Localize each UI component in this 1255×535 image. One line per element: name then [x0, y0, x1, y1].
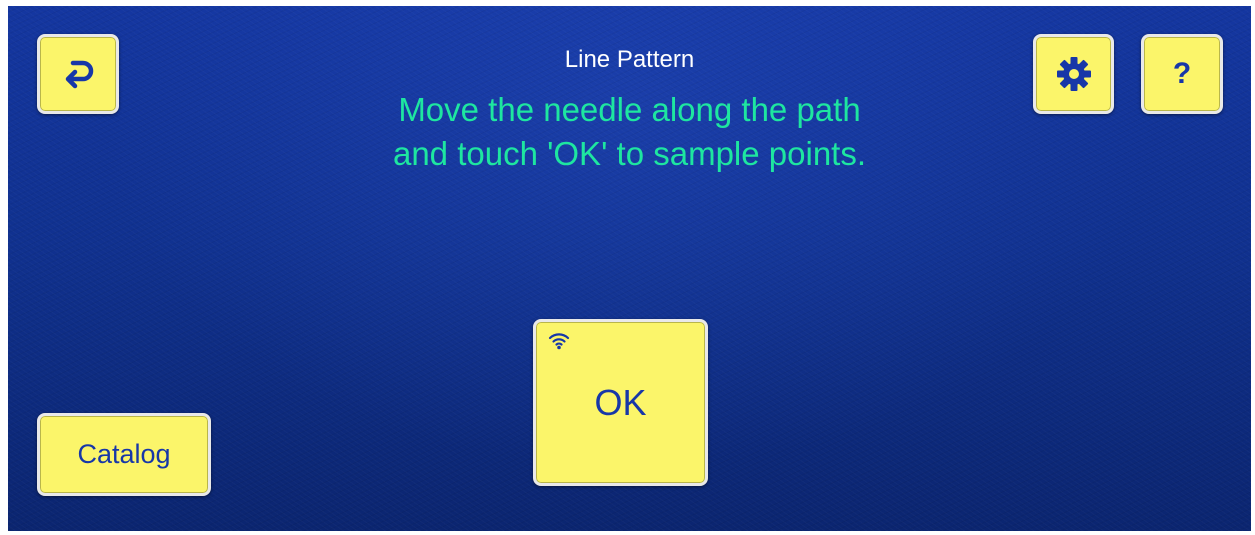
settings-button[interactable]: [1033, 34, 1114, 114]
instruction-line-2: and touch 'OK' to sample points.: [392, 135, 867, 172]
screen: Line Pattern Move the needle along the p…: [8, 6, 1251, 531]
ok-button[interactable]: OK: [533, 319, 708, 486]
ok-label: OK: [594, 381, 647, 423]
wifi-icon: [548, 333, 570, 350]
catalog-label: Catalog: [77, 439, 171, 469]
catalog-button[interactable]: Catalog: [37, 413, 211, 496]
gear-icon: [1056, 57, 1091, 91]
help-button[interactable]: ?: [1141, 34, 1223, 114]
help-label: ?: [1172, 57, 1192, 90]
